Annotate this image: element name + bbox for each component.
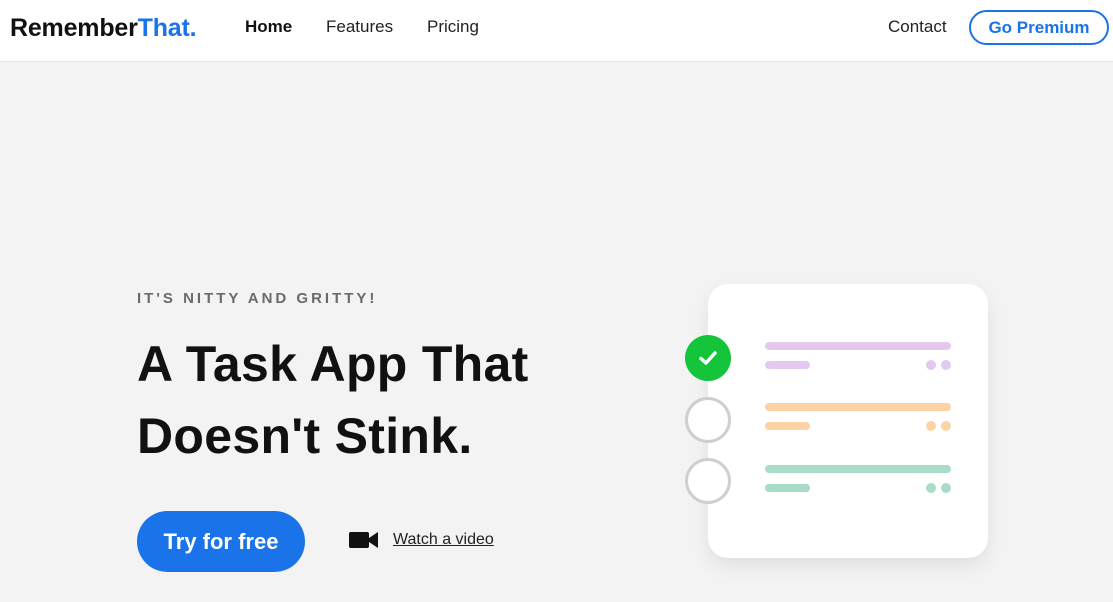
task-3-subtitle-bar <box>765 484 810 492</box>
task-checked-circle <box>685 335 731 381</box>
nav-link-features[interactable]: Features <box>326 17 393 37</box>
task-unchecked-circle <box>685 397 731 443</box>
checkmark-icon <box>699 351 717 365</box>
task-2-dot <box>941 421 951 431</box>
task-unchecked-circle <box>685 458 731 504</box>
task-list-illustration-card <box>685 284 988 558</box>
task-2-dot <box>926 421 936 431</box>
task-3-title-bar <box>765 465 951 473</box>
try-for-free-button[interactable]: Try for free <box>137 511 305 572</box>
top-navbar: RememberThat. Home Features Pricing Cont… <box>0 0 1113 62</box>
task-2-title-bar <box>765 403 951 411</box>
task-1-subtitle-bar <box>765 361 810 369</box>
watch-video-link[interactable]: Watch a video <box>349 527 494 553</box>
go-premium-button[interactable]: Go Premium <box>969 10 1109 45</box>
logo-text-remember: Remember <box>10 14 138 42</box>
hero-headline-line1: A Task App That <box>137 336 529 392</box>
task-1-dot <box>941 360 951 370</box>
task-2-subtitle-bar <box>765 422 810 430</box>
hero-headline: A Task App That Doesn't Stink. <box>137 328 529 472</box>
video-camera-icon <box>349 532 378 548</box>
hero-headline-line2: Doesn't Stink. <box>137 408 473 464</box>
logo-text-that: That. <box>137 14 197 42</box>
watch-video-label: Watch a video <box>393 531 494 548</box>
nav-link-contact[interactable]: Contact <box>888 17 947 37</box>
task-3-dot <box>941 483 951 493</box>
logo[interactable]: RememberThat. <box>10 14 197 43</box>
task-3-dot <box>926 483 936 493</box>
task-1-dot <box>926 360 936 370</box>
task-1-title-bar <box>765 342 951 350</box>
hero-eyebrow: IT'S NITTY AND GRITTY! <box>137 290 378 307</box>
nav-link-pricing[interactable]: Pricing <box>427 17 479 37</box>
nav-link-home[interactable]: Home <box>245 17 292 37</box>
